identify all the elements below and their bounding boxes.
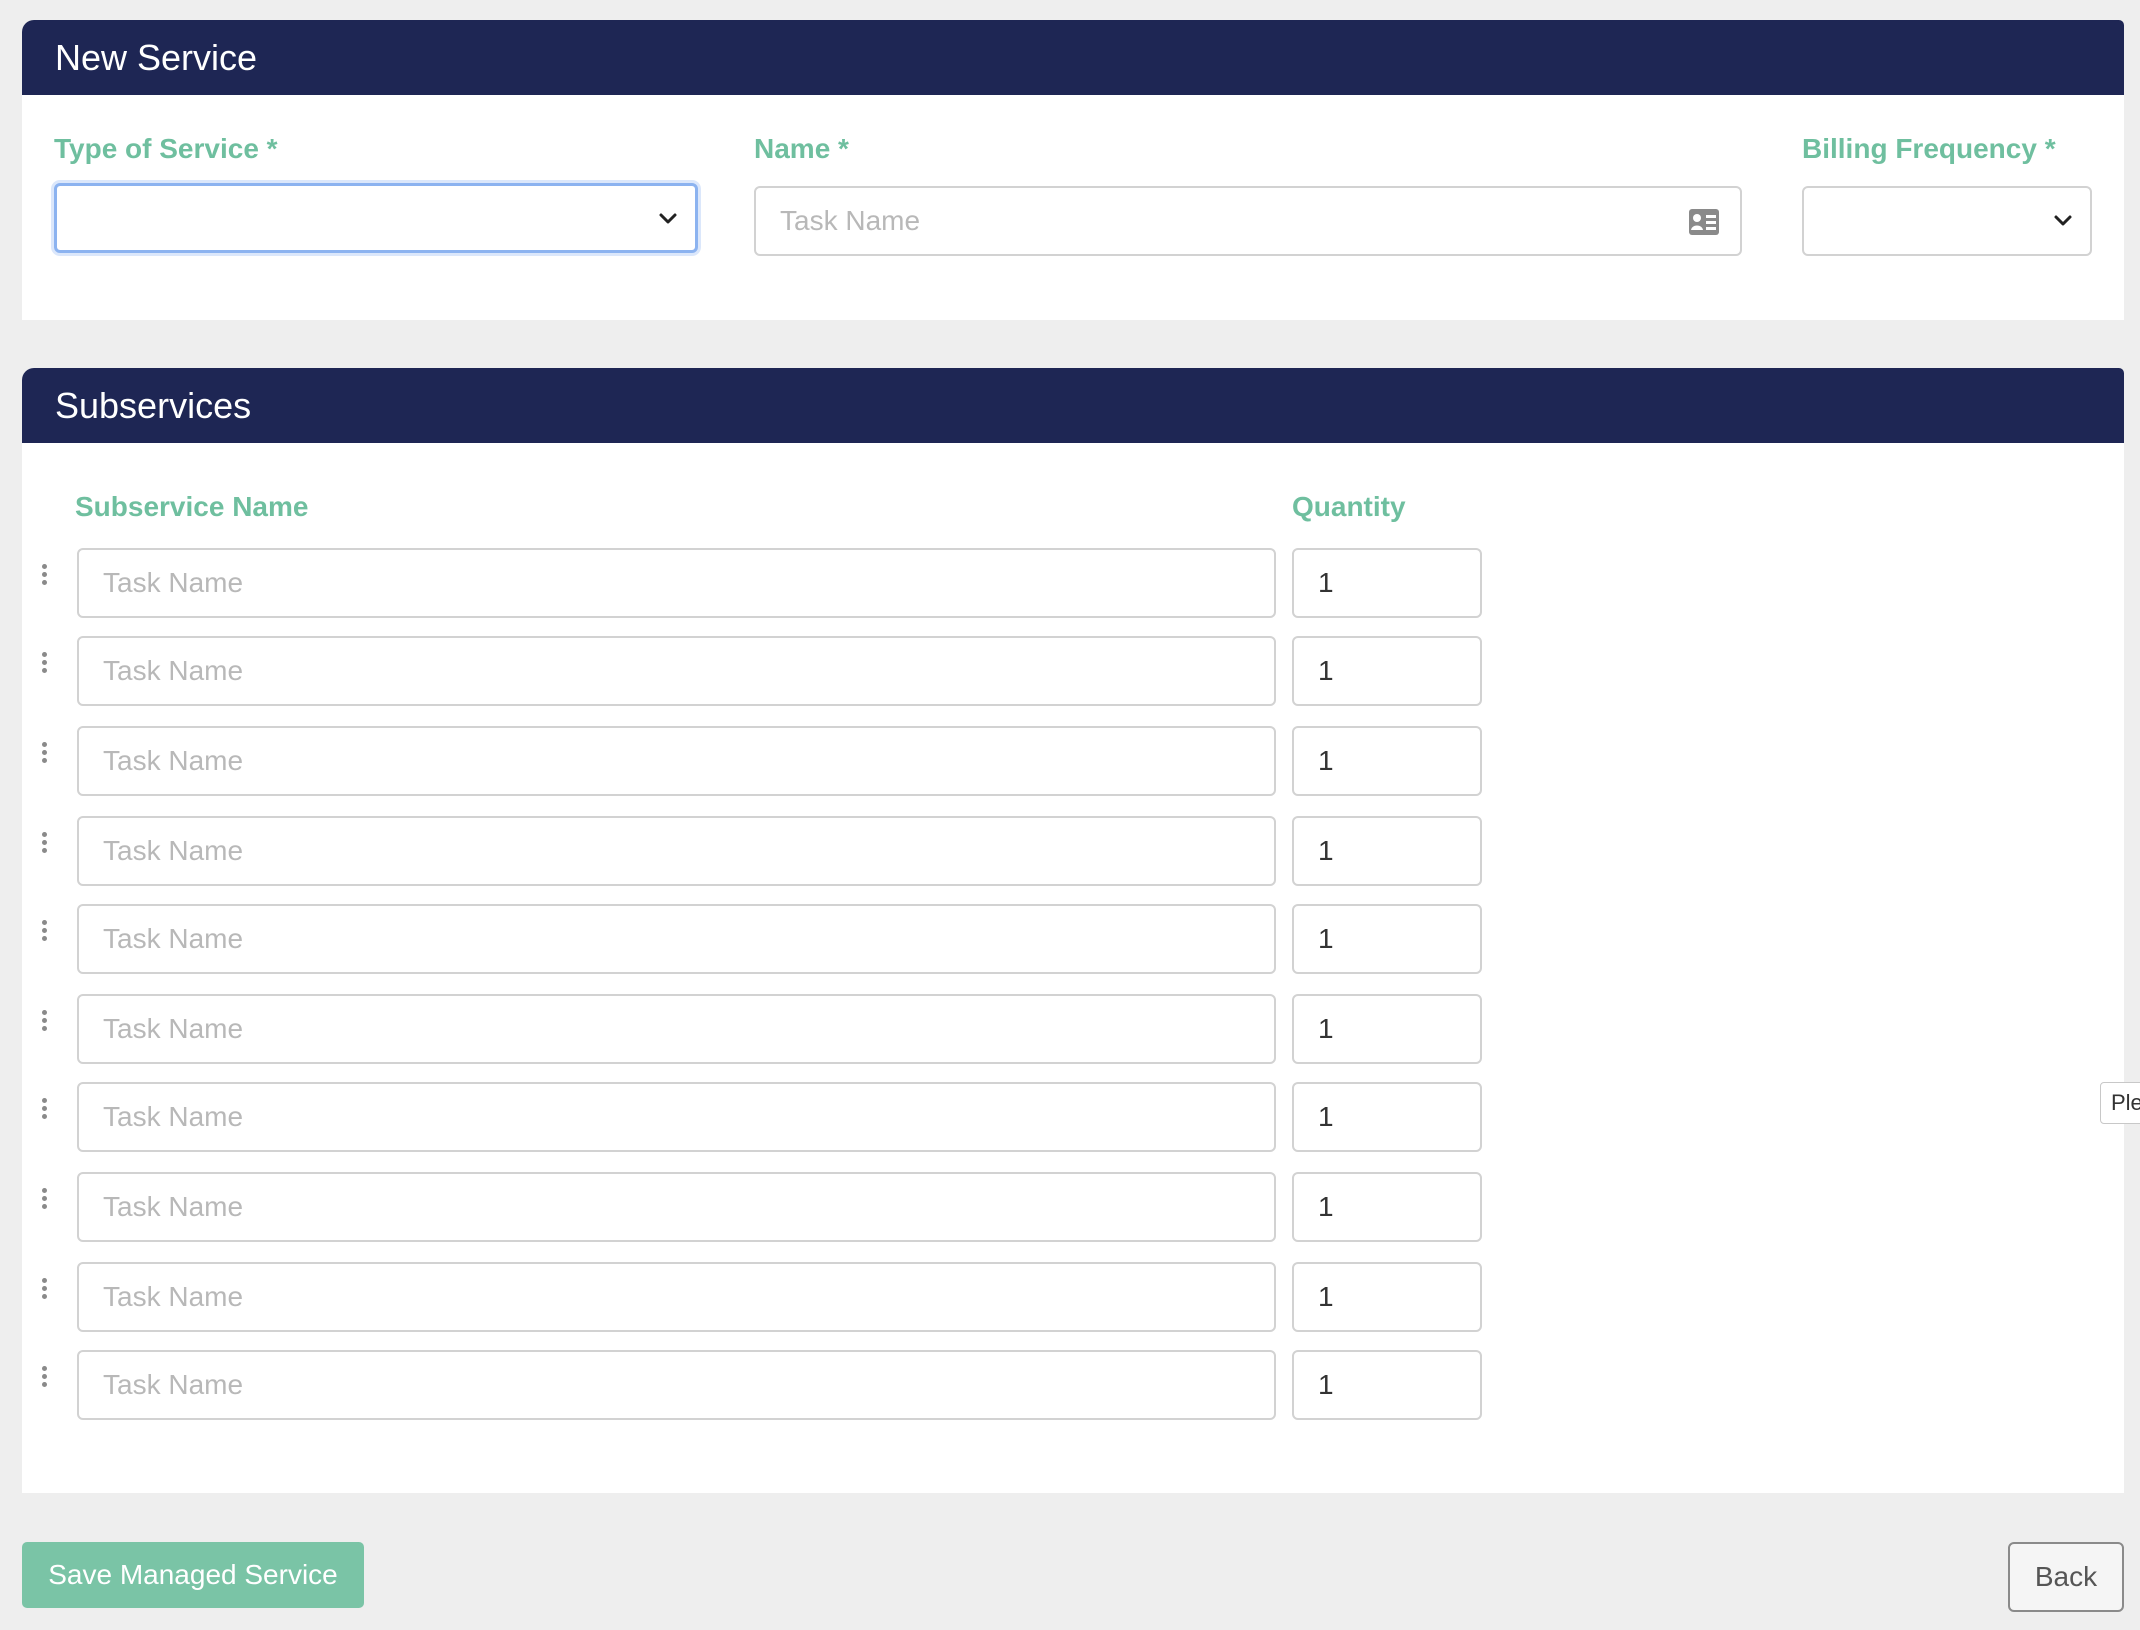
drag-handle-icon[interactable]	[42, 1010, 50, 1034]
subservice-name-placeholder: Task Name	[103, 1013, 244, 1044]
new-service-card: New Service Type of Service * Name * Tas…	[22, 20, 2124, 320]
subservice-name-placeholder: Task Name	[103, 1369, 244, 1400]
quantity-value: 1	[1318, 1369, 1334, 1400]
quantity-input[interactable]: 1	[1292, 1262, 1482, 1332]
quantity-value: 1	[1318, 655, 1334, 686]
subservice-name-input[interactable]: Task Name	[77, 636, 1276, 706]
drag-handle-icon[interactable]	[42, 652, 50, 676]
tooltip: Ple	[2100, 1082, 2140, 1124]
subservice-name-placeholder: Task Name	[103, 1281, 244, 1312]
drag-handle-icon[interactable]	[42, 1278, 50, 1302]
contact-card-icon	[1689, 209, 1719, 235]
quantity-column-label: Quantity	[1292, 491, 1406, 522]
subservice-name-input[interactable]: Task Name	[77, 1172, 1276, 1242]
subservice-name-input[interactable]: Task Name	[77, 548, 1276, 618]
drag-handle-icon[interactable]	[42, 742, 50, 766]
quantity-value: 1	[1318, 923, 1334, 954]
quantity-value: 1	[1318, 1281, 1334, 1312]
chevron-down-icon	[2054, 215, 2072, 226]
drag-handle-icon[interactable]	[42, 1188, 50, 1212]
back-button[interactable]: Back	[2008, 1542, 2124, 1612]
subservice-name-input[interactable]: Task Name	[77, 816, 1276, 886]
subservice-name-input[interactable]: Task Name	[77, 726, 1276, 796]
subservice-row: Task Name 1	[22, 1082, 1522, 1152]
quantity-value: 1	[1318, 835, 1334, 866]
chevron-down-icon	[659, 213, 677, 224]
subservice-row: Task Name 1	[22, 636, 1522, 706]
quantity-input[interactable]: 1	[1292, 548, 1482, 618]
subservice-row: Task Name 1	[22, 726, 1522, 796]
subservice-name-input[interactable]: Task Name	[77, 1262, 1276, 1332]
subservice-row: Task Name 1	[22, 1172, 1522, 1242]
subservice-name-placeholder: Task Name	[103, 835, 244, 866]
drag-handle-icon[interactable]	[42, 920, 50, 944]
quantity-value: 1	[1318, 745, 1334, 776]
drag-handle-icon[interactable]	[42, 564, 50, 588]
type-of-service-select[interactable]	[54, 183, 698, 253]
subservice-name-column-label: Subservice Name	[75, 491, 309, 522]
subservice-name-placeholder: Task Name	[103, 567, 244, 598]
subservices-card: Subservices Subservice Name Quantity Tas…	[22, 368, 2124, 1493]
drag-handle-icon[interactable]	[42, 1366, 50, 1390]
save-managed-service-button[interactable]: Save Managed Service	[22, 1542, 364, 1608]
subservice-row: Task Name 1	[22, 816, 1522, 886]
name-placeholder: Task Name	[780, 205, 921, 236]
quantity-input[interactable]: 1	[1292, 636, 1482, 706]
drag-handle-icon[interactable]	[42, 832, 50, 856]
quantity-input[interactable]: 1	[1292, 904, 1482, 974]
billing-frequency-label: Billing Frequency *	[1802, 133, 2056, 164]
quantity-input[interactable]: 1	[1292, 1350, 1482, 1420]
subservice-name-placeholder: Task Name	[103, 655, 244, 686]
subservice-name-placeholder: Task Name	[103, 745, 244, 776]
quantity-value: 1	[1318, 1101, 1334, 1132]
subservice-row: Task Name 1	[22, 1262, 1522, 1332]
quantity-value: 1	[1318, 1013, 1334, 1044]
name-label: Name *	[754, 133, 849, 164]
quantity-input[interactable]: 1	[1292, 1082, 1482, 1152]
subservice-row: Task Name 1	[22, 548, 1522, 618]
subservice-name-input[interactable]: Task Name	[77, 1350, 1276, 1420]
subservice-name-placeholder: Task Name	[103, 1101, 244, 1132]
subservice-name-input[interactable]: Task Name	[77, 1082, 1276, 1152]
name-input[interactable]: Task Name	[754, 186, 1742, 256]
subservice-name-input[interactable]: Task Name	[77, 994, 1276, 1064]
quantity-value: 1	[1318, 567, 1334, 598]
subservice-row: Task Name 1	[22, 1350, 1522, 1420]
quantity-input[interactable]: 1	[1292, 816, 1482, 886]
subservice-name-placeholder: Task Name	[103, 923, 244, 954]
quantity-value: 1	[1318, 1191, 1334, 1222]
subservice-row: Task Name 1	[22, 994, 1522, 1064]
type-of-service-label: Type of Service *	[54, 133, 278, 164]
quantity-input[interactable]: 1	[1292, 994, 1482, 1064]
quantity-input[interactable]: 1	[1292, 726, 1482, 796]
subservice-name-placeholder: Task Name	[103, 1191, 244, 1222]
new-service-header: New Service	[22, 20, 2124, 95]
billing-frequency-select[interactable]	[1802, 186, 2092, 256]
quantity-input[interactable]: 1	[1292, 1172, 1482, 1242]
subservice-row: Task Name 1	[22, 904, 1522, 974]
subservices-header: Subservices	[22, 368, 2124, 443]
drag-handle-icon[interactable]	[42, 1098, 50, 1122]
subservice-name-input[interactable]: Task Name	[77, 904, 1276, 974]
